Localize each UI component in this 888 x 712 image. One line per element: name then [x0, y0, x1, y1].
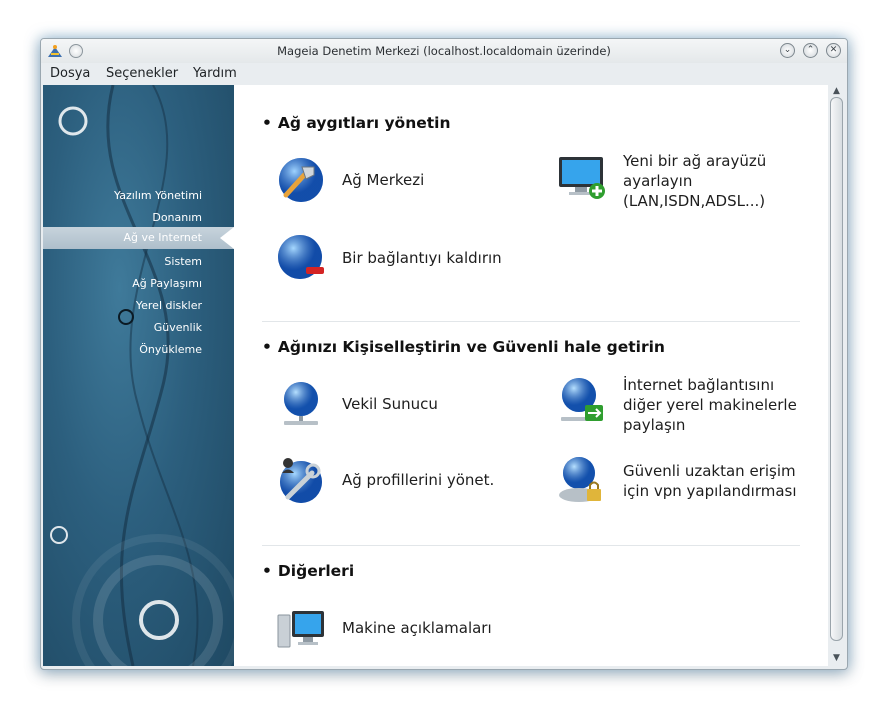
- sidebar-item-software[interactable]: Yazılım Yönetimi: [114, 189, 202, 202]
- entry-label: Yeni bir ağ arayüzü ayarlayın (LAN,ISDN,…: [623, 152, 767, 210]
- vertical-scrollbar[interactable]: ▲ ▼: [828, 85, 845, 666]
- host-definitions-icon: [277, 611, 324, 648]
- category-sidebar: Yazılım Yönetimi Donanım Ağ ve Internet …: [43, 85, 234, 666]
- entry-label: Vekil Sunucu: [342, 395, 438, 413]
- proxy-entry[interactable]: Vekil Sunucu: [276, 379, 516, 431]
- section-divider: [262, 545, 800, 546]
- proxy-icon: [284, 382, 318, 425]
- share-connection-entry[interactable]: İnternet bağlantısını diğer yerel makine…: [557, 375, 807, 439]
- entry-label: Ağ profillerini yönet.: [342, 471, 495, 489]
- minimize-button[interactable]: ⌄: [780, 43, 795, 58]
- network-center-icon: [279, 158, 323, 202]
- section-divider: [262, 321, 800, 322]
- menu-options[interactable]: Seçenekler: [106, 66, 178, 81]
- entry-label: Bir bağlantıyı kaldırın: [342, 249, 502, 267]
- network-profiles-icon: [280, 458, 322, 503]
- entry-label: İnternet bağlantısını diğer yerel makine…: [623, 376, 797, 434]
- network-profiles-entry[interactable]: Ağ profillerini yönet.: [276, 455, 516, 507]
- title-bar[interactable]: Mageia Denetim Merkezi (localhost.locald…: [41, 39, 847, 63]
- scrollbar-thumb[interactable]: [830, 97, 843, 641]
- menu-help[interactable]: Yardım: [193, 66, 237, 81]
- sidebar-item-label: Ağ ve Internet: [123, 231, 202, 244]
- close-button[interactable]: ✕: [826, 43, 841, 58]
- new-interface-icon: [559, 157, 605, 199]
- sidebar-item-security[interactable]: Güvenlik: [154, 321, 202, 334]
- main-window: Mageia Denetim Merkezi (localhost.locald…: [40, 38, 848, 670]
- new-interface-entry[interactable]: Yeni bir ağ arayüzü ayarlayın (LAN,ISDN,…: [557, 151, 797, 215]
- host-definitions-entry[interactable]: Makine açıklamaları: [276, 603, 536, 655]
- section-title: • Ağ aygıtları yönetin: [262, 114, 451, 132]
- vpn-icon: [559, 457, 601, 502]
- sidebar-item-network-sharing[interactable]: Ağ Paylaşımı: [132, 277, 202, 290]
- section-title-text: Ağ aygıtları yönetin: [277, 114, 451, 132]
- active-indicator-arrow: [220, 227, 234, 249]
- section-title: • Ağınızı Kişiselleştirin ve Güvenli hale…: [262, 338, 665, 356]
- network-center-entry[interactable]: Ağ Merkezi: [276, 155, 516, 207]
- section-title-text: Diğerleri: [277, 562, 355, 580]
- content-panel: •Ağ aygıtları yönetin Ağ Merkezi Yeni b: [234, 85, 829, 666]
- remove-connection-icon: [278, 235, 324, 279]
- sidebar-decoration: [50, 85, 234, 666]
- entry-label: Ağ Merkezi: [342, 171, 425, 189]
- scroll-up-arrow-icon[interactable]: ▲: [830, 85, 843, 97]
- section-title-text: Ağınızı Kişiselleştirin ve Güvenli hale …: [277, 338, 665, 356]
- entry-label: Güvenli uzaktan erişim için vpn yapıland…: [623, 462, 797, 500]
- remove-connection-entry[interactable]: Bir bağlantıyı kaldırın: [276, 233, 536, 285]
- maximize-button[interactable]: ⌃: [803, 43, 818, 58]
- sidebar-item-network-internet[interactable]: Ağ ve Internet: [43, 227, 234, 249]
- sidebar-item-local-disks[interactable]: Yerel diskler: [136, 299, 202, 312]
- vpn-entry[interactable]: Güvenli uzaktan erişim için vpn yapıland…: [557, 455, 807, 511]
- share-connection-icon: [561, 378, 603, 421]
- window-title: Mageia Denetim Merkezi (localhost.locald…: [277, 44, 611, 58]
- sidebar-item-hardware[interactable]: Donanım: [152, 211, 202, 224]
- sidebar-item-boot[interactable]: Önyükleme: [139, 343, 202, 356]
- sidebar-item-system[interactable]: Sistem: [164, 255, 202, 268]
- menu-file[interactable]: Dosya: [50, 66, 90, 81]
- entry-label: Makine açıklamaları: [342, 619, 492, 637]
- section-title: • Diğerleri: [262, 562, 355, 580]
- scroll-down-arrow-icon[interactable]: ▼: [830, 652, 843, 664]
- menu-bar: Dosya Seçenekler Yardım: [41, 63, 847, 84]
